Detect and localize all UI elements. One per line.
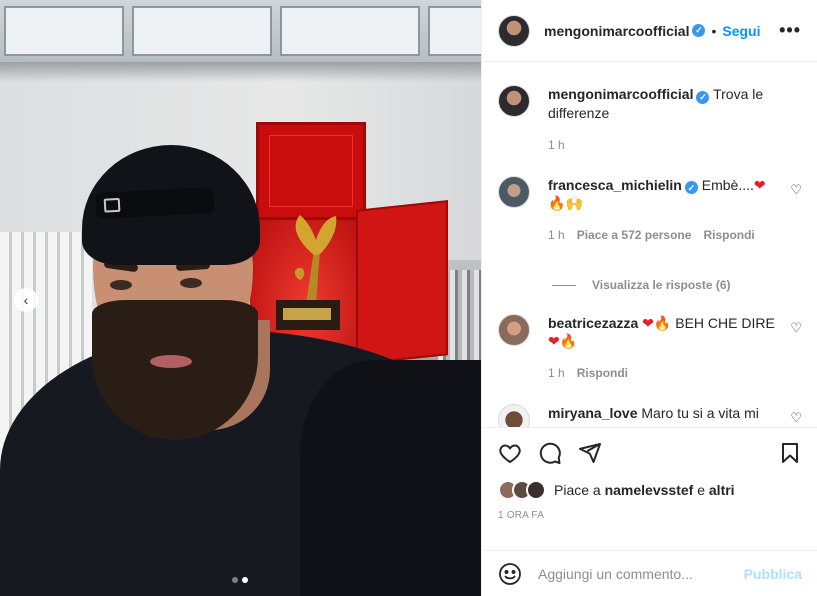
red-heart-icon: ❤ bbox=[753, 176, 766, 193]
comment-text: BEH CHE DIRE bbox=[675, 315, 775, 331]
comment-icon[interactable] bbox=[538, 441, 562, 465]
photo-cabinet bbox=[0, 0, 481, 62]
comment-item: francesca_michielin ✓ Embè....❤ 🔥🙌 1 h Pi… bbox=[498, 175, 802, 245]
comment-text: Maro tu si a vita mi bbox=[641, 405, 759, 421]
comment-text: Embè.... bbox=[701, 176, 754, 193]
verified-icon: ✓ bbox=[684, 181, 698, 194]
avatar[interactable] bbox=[498, 14, 530, 47]
paper-plane-icon[interactable] bbox=[578, 441, 602, 465]
chevron-left-icon: ‹ bbox=[23, 292, 29, 308]
comment-username[interactable]: beatricezazza bbox=[548, 315, 638, 331]
action-bar bbox=[482, 428, 817, 478]
fire-icon: 🔥 bbox=[548, 195, 566, 211]
comment-like-icon[interactable]: ♡ bbox=[790, 320, 802, 336]
view-replies-label: Visualizza le risposte (6) bbox=[592, 278, 731, 292]
carousel-dots bbox=[232, 577, 248, 583]
red-heart-icon: ❤ bbox=[642, 315, 654, 331]
verified-icon: ✓ bbox=[692, 24, 706, 37]
photo-trophy bbox=[294, 215, 337, 305]
fire-icon: 🔥 bbox=[653, 315, 672, 331]
smiley-icon[interactable] bbox=[498, 562, 522, 586]
heart-icon[interactable] bbox=[498, 441, 522, 465]
comment-time: 1 h bbox=[548, 228, 565, 242]
comment-like-icon[interactable]: ♡ bbox=[790, 410, 802, 426]
comment-username[interactable]: miryana_love bbox=[548, 405, 638, 421]
fire-icon: 🔥 bbox=[559, 333, 578, 349]
avatar[interactable] bbox=[498, 175, 530, 208]
post-header: mengonimarcoofficial ✓ • Segui ••• bbox=[482, 0, 817, 62]
post-sidebar: mengonimarcoofficial ✓ • Segui ••• mengo… bbox=[481, 0, 817, 596]
liker-username[interactable]: namelevsstef bbox=[605, 482, 694, 498]
comment-like-icon[interactable]: ♡ bbox=[790, 182, 802, 198]
view-replies-button[interactable]: Visualizza le risposte (6) bbox=[552, 278, 802, 292]
carousel-prev-button[interactable]: ‹ bbox=[14, 288, 38, 312]
comment-item: miryana_love Maro tu si a vita mi ♡ bbox=[498, 404, 802, 427]
caption: mengonimarcoofficial ✓ Trova le differenz… bbox=[498, 85, 802, 154]
reply-button[interactable]: Rispondi bbox=[703, 226, 754, 244]
add-comment-bar: Pubblica bbox=[482, 550, 817, 596]
comment-input[interactable] bbox=[538, 565, 744, 582]
post-photo[interactable]: ‹ bbox=[0, 0, 481, 596]
post-actions-section: Piace a namelevsstef e altri 1 ORA FA bbox=[482, 427, 817, 521]
more-options-icon[interactable]: ••• bbox=[779, 20, 801, 41]
likes-text: Piace a namelevsstef e altri bbox=[554, 482, 735, 498]
header-username[interactable]: mengonimarcoofficial bbox=[544, 23, 689, 39]
separator-dot: • bbox=[711, 22, 717, 39]
comment-likes[interactable]: Piace a 572 persone bbox=[577, 226, 692, 244]
follow-button[interactable]: Segui bbox=[722, 23, 760, 39]
comment-time: 1 h bbox=[548, 137, 565, 152]
verified-icon: ✓ bbox=[696, 90, 710, 104]
likers-avatars[interactable] bbox=[498, 480, 546, 500]
bookmark-icon[interactable] bbox=[778, 441, 802, 465]
comment-time: 1 h bbox=[548, 366, 565, 380]
comments-list[interactable]: mengonimarcoofficial ✓ Trova le differenz… bbox=[482, 63, 817, 427]
avatar[interactable] bbox=[498, 314, 530, 346]
comment-username[interactable]: francesca_michielin bbox=[548, 177, 682, 193]
post-timestamp[interactable]: 1 ORA FA bbox=[482, 502, 817, 521]
carousel-dot bbox=[232, 577, 238, 583]
comment-username[interactable]: mengonimarcoofficial bbox=[548, 86, 693, 102]
reply-button[interactable]: Rispondi bbox=[577, 364, 628, 382]
comment-item: beatricezazza ❤🔥 BEH CHE DIRE ❤🔥 1 h Ris… bbox=[498, 314, 802, 382]
red-heart-icon: ❤ bbox=[548, 333, 560, 349]
avatar[interactable] bbox=[498, 85, 530, 117]
carousel-dot bbox=[242, 577, 248, 583]
avatar bbox=[526, 480, 546, 500]
raised-hands-icon: 🙌 bbox=[565, 195, 583, 211]
likes-summary: Piace a namelevsstef e altri bbox=[482, 478, 817, 502]
likes-others-link[interactable]: altri bbox=[709, 482, 735, 498]
publish-button[interactable]: Pubblica bbox=[744, 566, 802, 582]
avatar[interactable] bbox=[498, 404, 530, 427]
